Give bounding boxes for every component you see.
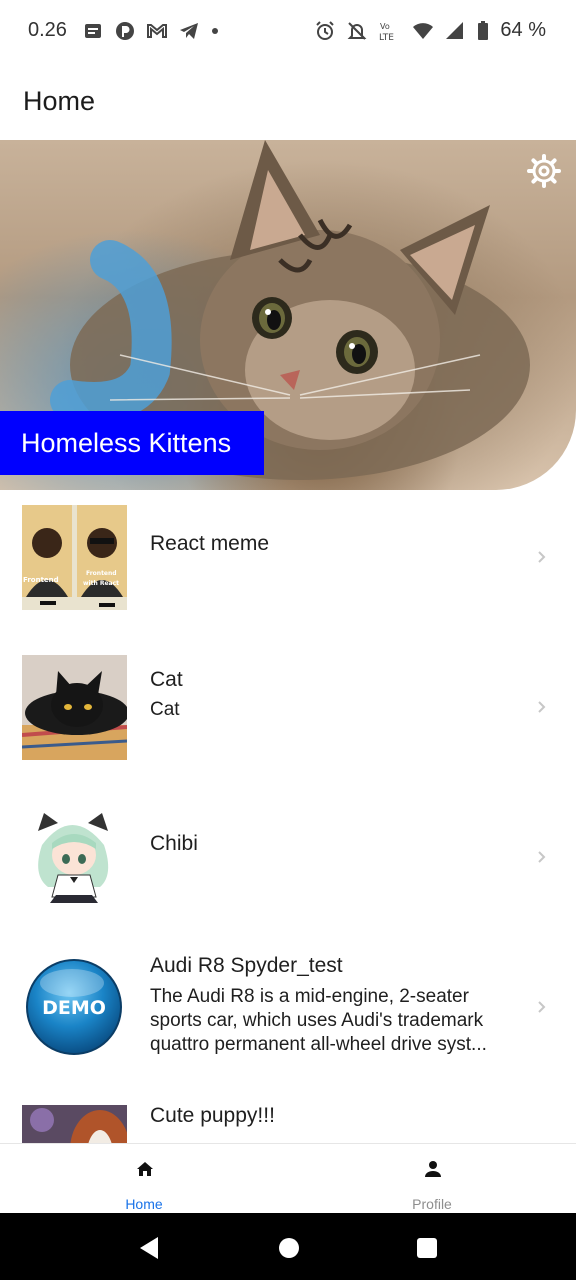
- gmail-icon: [147, 24, 167, 38]
- list-item-chibi[interactable]: Chibi: [0, 790, 576, 940]
- item-subtitle: The Audi R8 is a mid-engine, 2-seater sp…: [150, 986, 487, 1055]
- signal-icon: [446, 21, 464, 39]
- tab-home[interactable]: Home: [0, 1144, 288, 1214]
- chevron-right-icon: [538, 701, 546, 713]
- back-icon[interactable]: [138, 1236, 160, 1260]
- volte-icon: Vo LTE: [379, 22, 394, 42]
- demo-thumbnail: DEMO: [22, 955, 127, 1060]
- status-time: 0.26: [28, 19, 67, 41]
- puppy-thumbnail: [22, 1105, 127, 1143]
- item-title: Cat: [150, 668, 183, 691]
- hero-label: Homeless Kittens: [0, 411, 264, 475]
- page-title: Home: [23, 86, 96, 116]
- battery-percent: 64 %: [500, 19, 546, 41]
- chevron-right-icon: [538, 1001, 546, 1013]
- person-icon: [425, 1161, 441, 1177]
- home-icon: [137, 1162, 153, 1176]
- demo-text: DEMO: [42, 997, 106, 1019]
- item-title: Audi R8 Spyder_test: [150, 954, 343, 977]
- item-list[interactable]: Frontend Frontend with React React meme: [0, 490, 576, 1143]
- chevron-right-icon: [538, 851, 546, 863]
- svg-text:LTE: LTE: [379, 33, 394, 42]
- chibi-thumbnail: [22, 805, 127, 910]
- meme-left-text: Frontend: [23, 576, 59, 584]
- list-item-react-meme[interactable]: Frontend Frontend with React React meme: [0, 490, 576, 640]
- svg-text:Vo: Vo: [380, 22, 390, 31]
- hero-banner[interactable]: Homeless Kittens: [0, 140, 576, 490]
- list-item-cute-puppy[interactable]: Cute puppy!!!: [0, 1090, 576, 1143]
- status-bar: 0.26 Vo LTE 64 %: [0, 0, 576, 62]
- tab-profile-label: Profile: [412, 1196, 452, 1212]
- system-status-icons: Vo LTE 64 %: [314, 19, 546, 42]
- gear-icon[interactable]: [526, 153, 562, 189]
- bottom-navigation: Home Profile: [0, 1143, 576, 1213]
- notification-icons: [82, 20, 220, 42]
- svg-text:Frontend: Frontend: [86, 570, 117, 577]
- telegram-icon: [180, 23, 198, 39]
- item-title: Chibi: [150, 832, 198, 855]
- cat-thumbnail: [22, 655, 127, 760]
- wifi-icon: [413, 22, 434, 39]
- bell-off-icon: [347, 21, 367, 40]
- app-bar: Home: [0, 62, 576, 140]
- p-circle-icon: [116, 22, 134, 40]
- dot-icon: [212, 28, 218, 34]
- svg-text:with React: with React: [83, 580, 119, 587]
- chevron-right-icon: [538, 551, 546, 563]
- item-subtitle: Cat: [150, 699, 180, 720]
- home-circle-icon[interactable]: [278, 1237, 300, 1259]
- item-title: Cute puppy!!!: [150, 1104, 275, 1127]
- tab-home-label: Home: [125, 1196, 163, 1212]
- tab-profile[interactable]: Profile: [288, 1144, 576, 1214]
- battery-icon: [478, 20, 489, 40]
- list-item-cat[interactable]: Cat Cat: [0, 640, 576, 790]
- alarm-icon: [316, 20, 335, 40]
- notes-icon: [85, 24, 101, 38]
- react-meme-thumbnail: Frontend Frontend with React: [22, 505, 127, 610]
- system-navigation-bar: [0, 1213, 576, 1280]
- recents-icon[interactable]: [416, 1237, 438, 1259]
- item-title: React meme: [150, 532, 270, 555]
- list-item-audi[interactable]: DEMO Audi R8 Spyder_test The Audi R8 is …: [0, 940, 576, 1090]
